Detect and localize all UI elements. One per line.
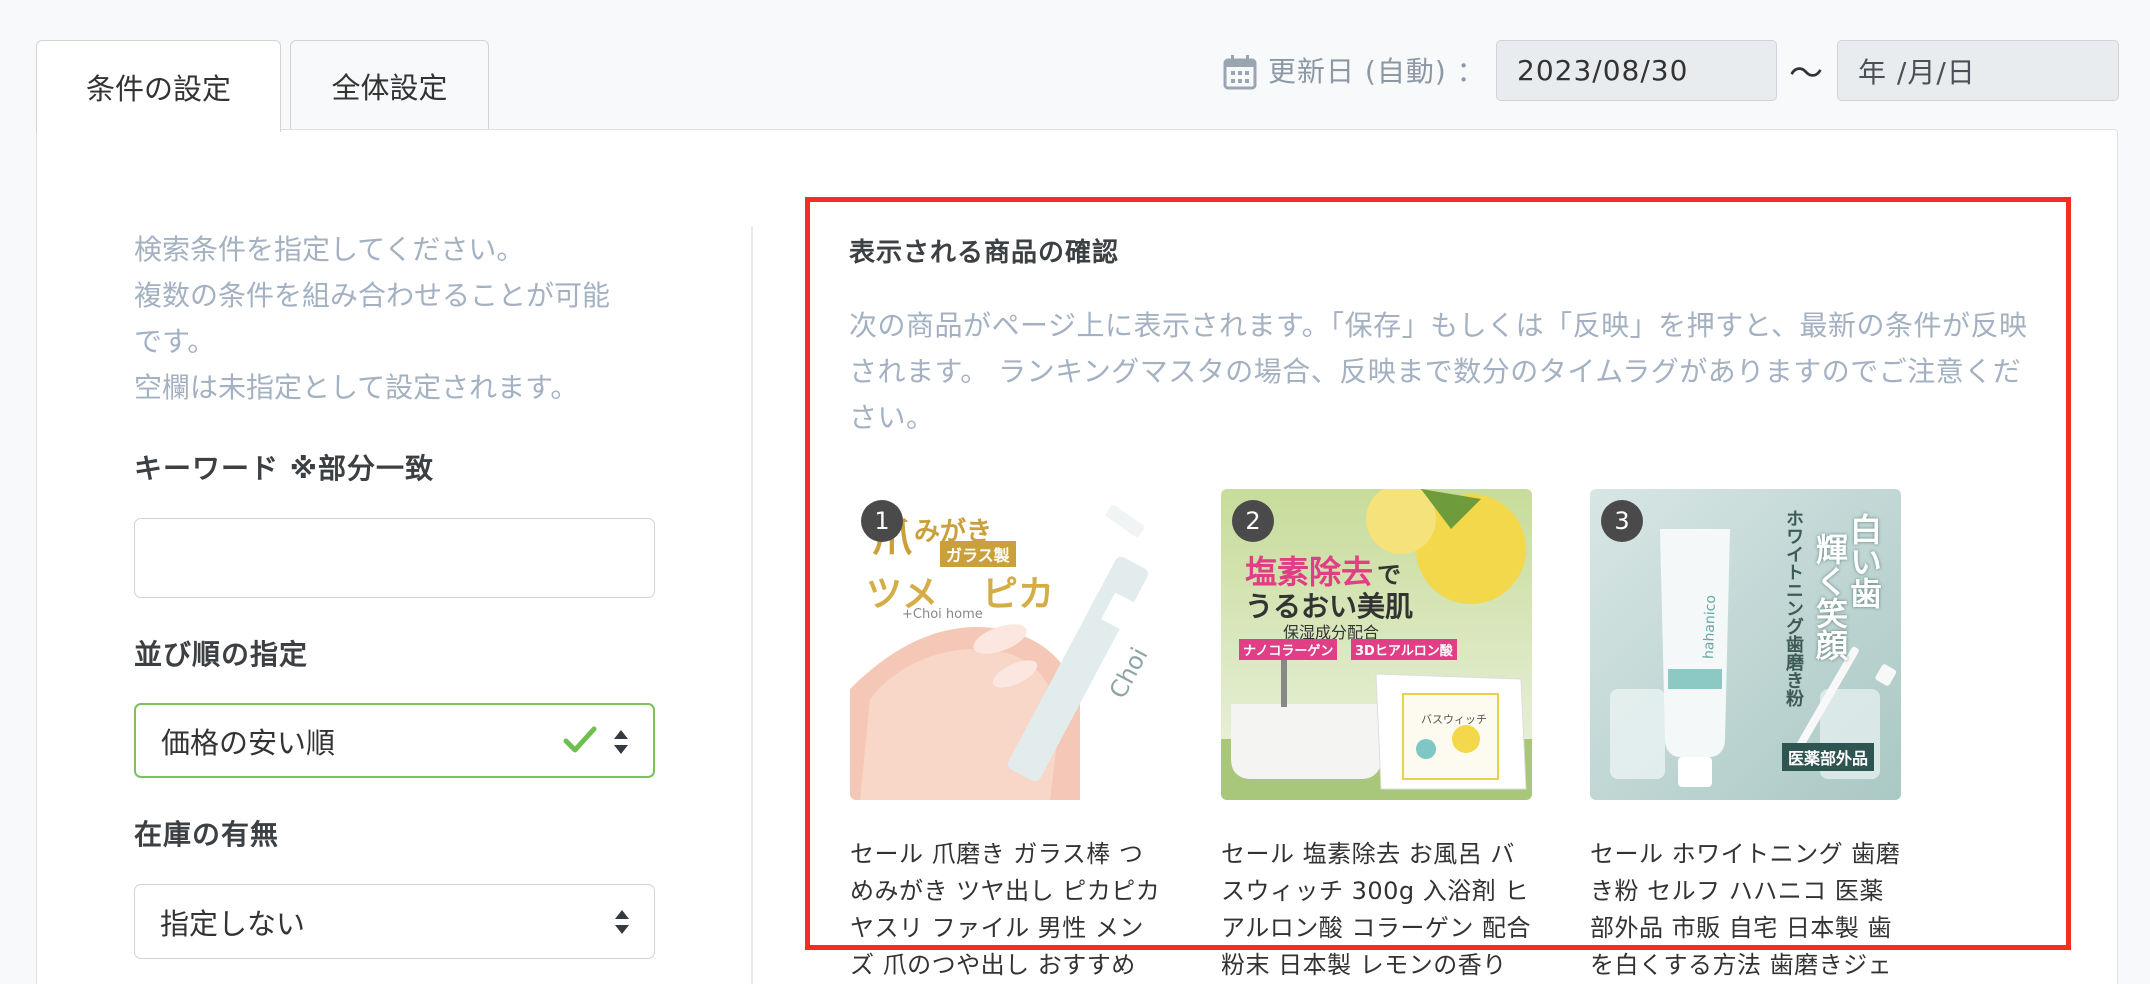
image-caption: ホワイトニング歯磨き粉	[1783, 509, 1804, 707]
product-card[interactable]: 2 塩素除去 で うるおい美肌 保湿成分配合 ナノコラーゲン 3Dヒアルロン酸 …	[1221, 489, 1532, 984]
help-line: 検索条件を指定してください。	[134, 233, 525, 266]
product-title[interactable]: セール 塩素除去 お風呂 バスウィッチ 300g 入浴剤 ヒアルロン酸 コラーゲ…	[1221, 836, 1532, 984]
product-card[interactable]: 3 白い歯 輝く笑顔 ホワイトニング歯磨き粉 医薬部外品 hahanico セー…	[1590, 489, 1901, 984]
select-arrows-icon	[614, 730, 628, 754]
help-line: です。	[134, 325, 216, 358]
keyword-input[interactable]	[134, 518, 655, 598]
image-caption: ナノコラーゲン	[1239, 639, 1338, 660]
product-image[interactable]: 2 塩素除去 で うるおい美肌 保湿成分配合 ナノコラーゲン 3Dヒアルロン酸 …	[1221, 489, 1532, 800]
help-line: 空欄は未指定として設定されます。	[134, 371, 579, 404]
preview-description: 次の商品がページ上に表示されます。「保存」もしくは「反映」を押すと、最新の条件が…	[849, 309, 2028, 434]
product-image[interactable]: 3 白い歯 輝く笑顔 ホワイトニング歯磨き粉 医薬部外品 hahanico	[1590, 489, 1901, 800]
image-caption: 医薬部外品	[1782, 743, 1875, 771]
help-line: 複数の条件を組み合わせることが可能	[134, 279, 611, 312]
product-title[interactable]: セール 爪磨き ガラス棒 つめみがき ツヤ出し ピカピカ ヤスリ ファイル 男性…	[850, 836, 1161, 984]
preview-title: 表示される商品の確認	[849, 238, 1120, 268]
rank-badge: 3	[1601, 500, 1643, 542]
sort-order-value: 価格の安い順	[161, 725, 336, 760]
image-caption: バスウィッチ	[1421, 713, 1487, 726]
sort-order-label: 並び順の指定	[134, 638, 309, 671]
rank-badge: 2	[1232, 500, 1274, 542]
product-image[interactable]: 1 爪 みがき ガラス製 ツメ ピカ +Choi home Choi	[850, 489, 1161, 800]
select-arrows-icon	[615, 910, 629, 934]
rank-badge: 1	[861, 500, 903, 542]
search-help-text: 検索条件を指定してください。 複数の条件を組み合わせることが可能 です。 空欄は…	[134, 227, 654, 411]
update-date-from-input: 2023/08/30	[1496, 40, 1777, 101]
image-caption: hahanico	[1700, 594, 1720, 660]
product-title[interactable]: セール ホワイトニング 歯磨き粉 セルフ ハハニコ 医薬部外品 市販 自宅 日本…	[1590, 836, 1901, 984]
tab-global-settings[interactable]: 全体設定	[290, 40, 489, 130]
sort-order-select[interactable]: 価格の安い順	[134, 703, 655, 778]
check-icon	[563, 726, 597, 753]
date-range-separator: 〜	[1789, 54, 1823, 94]
update-date-to-input[interactable]: 年 /月/日	[1837, 40, 2119, 101]
update-date-label: 更新日 (自動) ：	[1268, 55, 1486, 88]
stock-select[interactable]: 指定しない	[134, 884, 655, 959]
tab-conditions[interactable]: 条件の設定	[36, 40, 281, 132]
image-caption: ピカ	[982, 574, 1055, 615]
calendar-icon	[1223, 55, 1257, 90]
image-caption: +Choi home	[902, 607, 983, 622]
stock-label: 在庫の有無	[134, 818, 280, 851]
image-caption: ガラス製	[940, 541, 1016, 567]
column-divider	[751, 226, 753, 984]
keyword-label: キーワード ※部分一致	[134, 452, 434, 485]
stock-value: 指定しない	[160, 906, 306, 941]
image-caption: 3Dヒアルロン酸	[1351, 639, 1457, 660]
image-caption: 輝く笑顔	[1811, 533, 1849, 661]
product-card[interactable]: 1 爪 みがき ガラス製 ツメ ピカ +Choi home Choi セール 爪…	[850, 489, 1161, 984]
